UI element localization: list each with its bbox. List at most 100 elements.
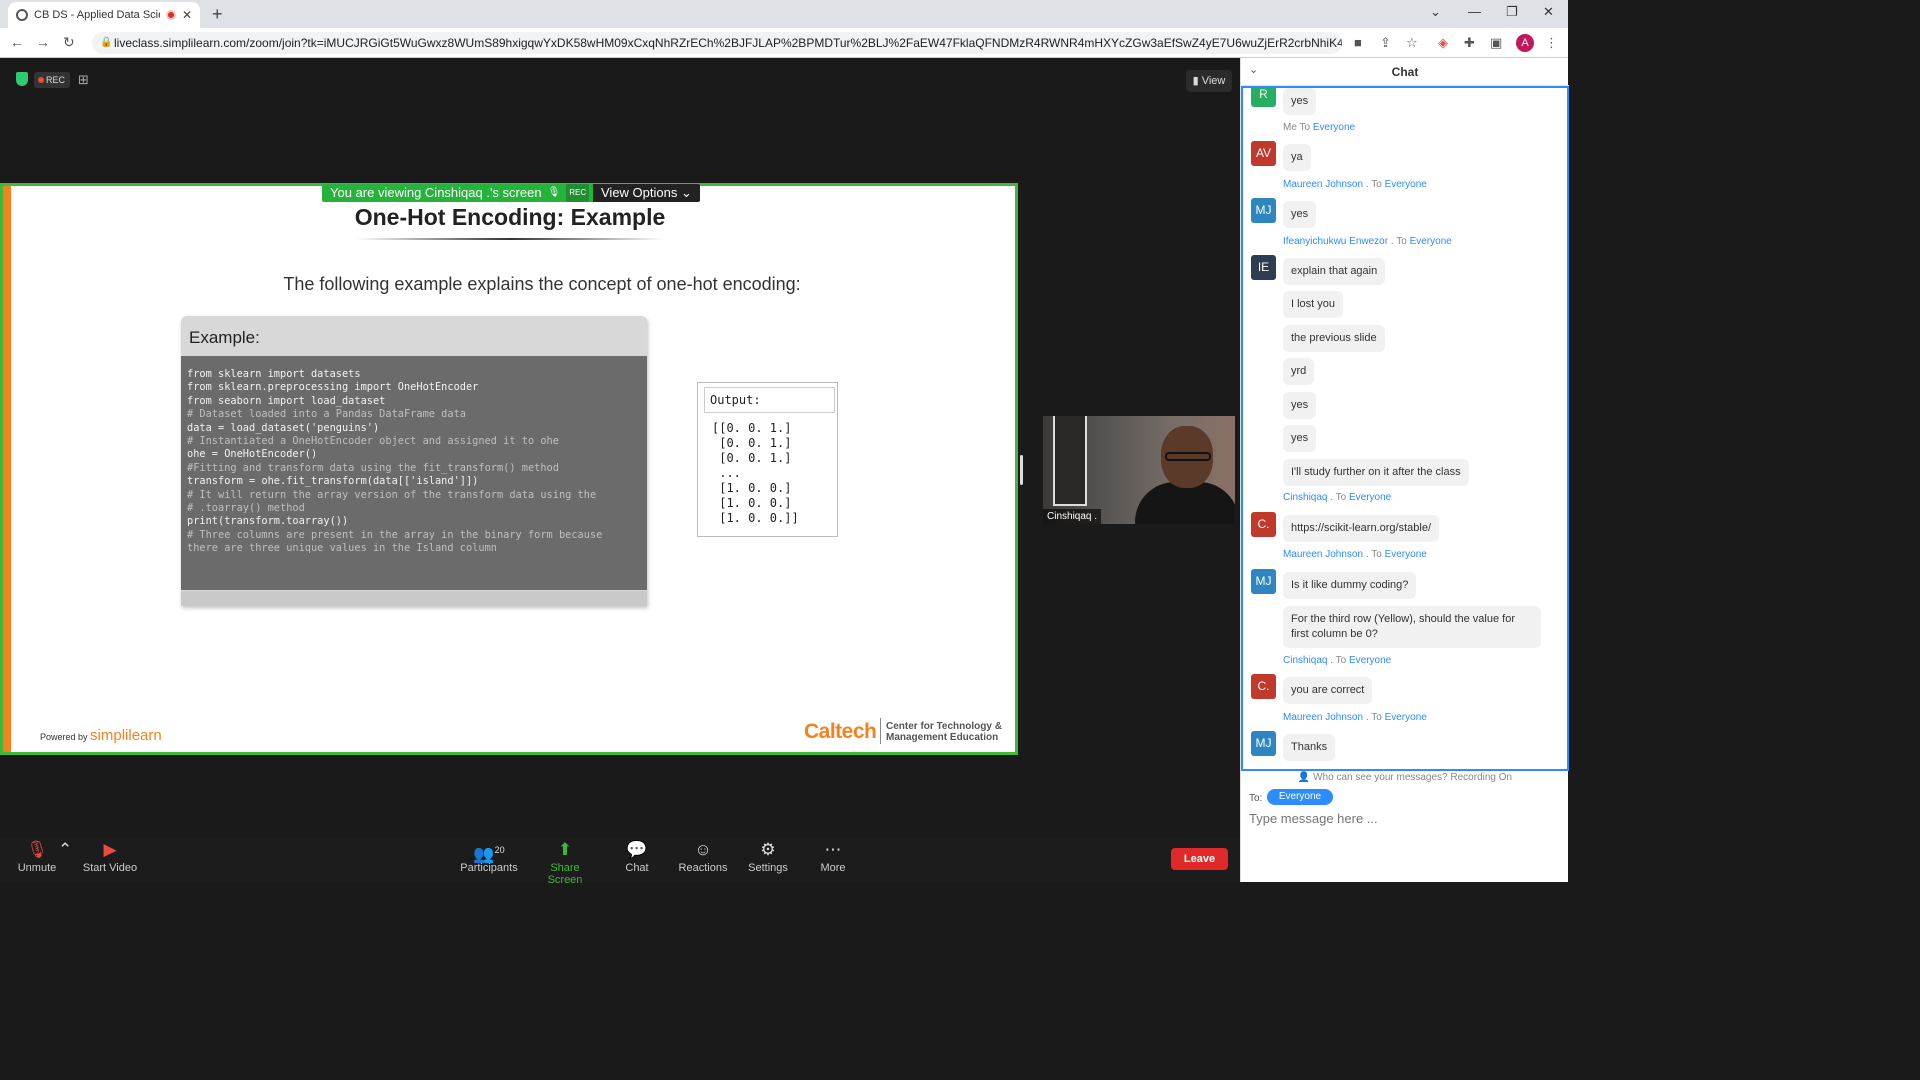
viewing-banner: You are viewing Cinshiqaq .'s screen 🎙 R… (322, 184, 600, 202)
profile-avatar[interactable]: A (1516, 34, 1534, 52)
gallery-grid-icon[interactable]: ⊞ (78, 72, 89, 88)
forward-icon[interactable]: → (36, 34, 50, 50)
extension-cast-icon[interactable]: ◈ (1438, 35, 1448, 51)
chat-message[interactable]: yes (1283, 425, 1317, 452)
chat-sender-name[interactable]: Cinshiqaq . (1283, 492, 1333, 503)
to-label: To: (1249, 793, 1263, 804)
chat-sender-name[interactable]: Me (1283, 122, 1297, 133)
output-line: [1. 0. 0.] (712, 481, 792, 495)
start-video-label: Start Video (82, 862, 138, 874)
chat-message[interactable]: I lost you (1283, 291, 1344, 318)
camera-icon[interactable]: ■ (1354, 35, 1362, 50)
side-panel-icon[interactable]: ▣ (1490, 35, 1502, 51)
chat-message[interactable]: ya (1283, 144, 1311, 171)
leave-button[interactable]: Leave (1171, 848, 1228, 870)
slide-orange-edge (3, 186, 11, 752)
participant-glasses (1165, 452, 1211, 461)
more-button[interactable]: ⋯ More (818, 838, 848, 874)
chat-message[interactable]: the previous slide (1283, 325, 1385, 352)
example-box: Example: from sklearn import datasets fro… (181, 316, 647, 606)
example-label: Example: (189, 328, 260, 347)
slide-subtitle: The following example explains the conce… (283, 274, 801, 294)
participant-video-tile[interactable]: Cinshiqaq . (1043, 416, 1235, 524)
chat-message[interactable]: For the third row (Yellow), should the v… (1283, 606, 1541, 648)
chat-recipient: Everyone (1384, 179, 1427, 190)
slide-title: One-Hot Encoding: Example (354, 204, 666, 230)
chat-sender-name[interactable]: Maureen Johnson . (1283, 179, 1369, 190)
chat-to-word: To (1335, 492, 1347, 503)
chat-bubble-icon: 💬 (626, 840, 648, 859)
chat-message[interactable]: Is it like dummy coding? (1283, 572, 1417, 599)
chat-message-input[interactable] (1249, 808, 1559, 828)
share-page-icon[interactable]: ⇪ (1380, 35, 1391, 51)
tab-search-icon[interactable]: ⌄ (1430, 4, 1441, 20)
output-line: [0. 0. 1.] (712, 451, 792, 465)
settings-button[interactable]: ⚙ Settings (748, 838, 788, 874)
chat-panel: ⌄ Chat Ryes AV Me To Everyone ya MJ Maureen J… (1240, 58, 1569, 882)
recipient-select[interactable]: Everyone (1267, 789, 1333, 805)
reload-icon[interactable]: ↻ (63, 34, 75, 51)
chat-recipient: Everyone (1348, 655, 1392, 666)
start-video-button[interactable]: ▶ Start Video (82, 838, 138, 874)
view-icon: ▮ (1192, 75, 1202, 87)
security-shield-icon[interactable] (16, 72, 28, 86)
code-line: there are three unique values in the Isl… (187, 542, 497, 555)
chat-message[interactable]: Thanks (1283, 734, 1336, 761)
chat-message-list[interactable]: Ryes AV Me To Everyone ya MJ Maureen Johnson … (1241, 86, 1569, 771)
chat-message[interactable]: yes (1283, 201, 1317, 228)
close-window-icon[interactable]: ✕ (1543, 4, 1554, 20)
split-resize-handle[interactable] (1020, 455, 1023, 485)
browser-menu-icon[interactable]: ⋮ (1545, 35, 1558, 51)
chat-message[interactable]: yrd (1283, 358, 1315, 385)
view-options-button[interactable]: View Options ⌄ (593, 184, 700, 202)
chat-sender-name[interactable]: Ifeanyichukwu Enwezor . (1283, 236, 1394, 247)
avatar: MJ (1251, 198, 1276, 223)
new-tab-button[interactable]: + (212, 4, 223, 25)
chat-button[interactable]: 💬 Chat (618, 838, 656, 874)
chat-message[interactable]: yes (1283, 392, 1317, 419)
chat-message[interactable]: I'll study further on it after the class (1283, 459, 1469, 486)
avatar: AV (1251, 141, 1276, 166)
mic-muted-icon: 🎙 (547, 187, 561, 198)
who-can-see-link[interactable]: 👤 Who can see your messages? Recording O… (1241, 772, 1569, 783)
chat-sender-name[interactable]: Cinshiqaq . (1283, 655, 1333, 666)
code-footer-bar (181, 591, 647, 606)
chat-to-word: To (1396, 236, 1407, 247)
share-screen-button[interactable]: ⬆ Share Screen (532, 838, 598, 886)
view-label: View (1201, 75, 1226, 87)
url-field[interactable]: 🔒 liveclass.simplilearn.com/zoom/join?tk… (92, 32, 1342, 54)
output-label: Output: (704, 387, 835, 413)
output-line: [0. 0. 1.] (712, 436, 792, 450)
code-line: # Instantiated a OneHotEncoder object an… (187, 435, 559, 448)
chat-sender-name[interactable]: Maureen Johnson . (1283, 712, 1369, 723)
tab-close-icon[interactable]: ✕ (182, 8, 192, 22)
simplilearn-logo: simplilearn (90, 727, 162, 744)
participants-button[interactable]: 👥20 Participants (459, 838, 519, 874)
restore-icon[interactable]: ❐ (1506, 4, 1518, 20)
chat-to-word: To (1299, 122, 1311, 133)
person-icon: 👤 (1297, 772, 1314, 783)
code-line: # Three columns are present in the array… (187, 528, 603, 541)
powered-by-label: Powered by (40, 732, 88, 742)
chat-sender: Cinshiqaq . To Everyone (1283, 655, 1391, 666)
code-line: transform = ohe.fit_transform(data[['isl… (187, 475, 479, 488)
output-line: [1. 0. 0.] (712, 496, 792, 510)
back-icon[interactable]: ← (10, 34, 24, 50)
avatar: C. (1251, 512, 1276, 537)
view-button[interactable]: ▮ View (1186, 70, 1232, 92)
extensions-puzzle-icon[interactable]: ✚ (1464, 35, 1475, 51)
chat-message[interactable]: https://scikit-learn.org/stable/ (1283, 515, 1440, 542)
recording-badge: REC (34, 72, 70, 88)
audio-options-caret[interactable]: ⌃ (58, 838, 72, 862)
chat-message[interactable]: yes (1283, 88, 1317, 115)
minimize-icon[interactable]: — (1468, 4, 1481, 19)
chat-message[interactable]: explain that again (1283, 258, 1386, 285)
browser-tab[interactable]: CB DS - Applied Data Scienc ✕ (8, 2, 200, 28)
chat-sender-name[interactable]: Maureen Johnson . (1283, 549, 1369, 560)
caltech-logo: Caltech (804, 720, 877, 743)
bookmark-star-icon[interactable]: ☆ (1406, 35, 1418, 51)
reactions-button[interactable]: ☺ Reactions (678, 838, 728, 874)
chat-message[interactable]: you are correct (1283, 677, 1373, 704)
share-screen-label: Share Screen (547, 862, 583, 886)
unmute-button[interactable]: 🎙 Unmute (14, 838, 60, 874)
